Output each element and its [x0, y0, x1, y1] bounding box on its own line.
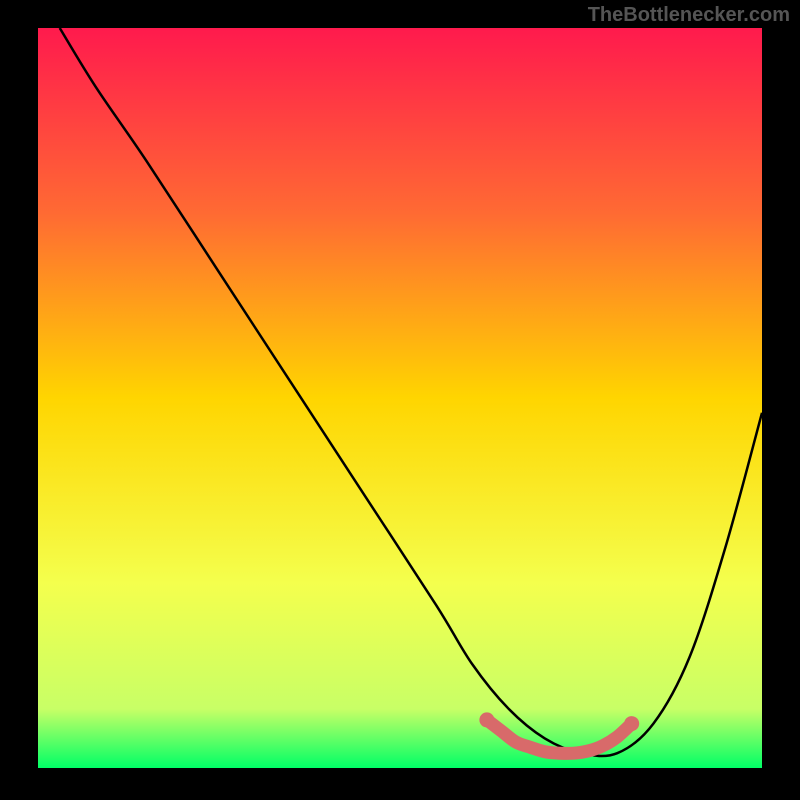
- optimal-range-endpoint: [624, 716, 639, 731]
- chart-svg: [38, 28, 762, 768]
- gradient-background: [38, 28, 762, 768]
- plot-area: [38, 28, 762, 768]
- watermark-text: TheBottlenecker.com: [588, 4, 790, 27]
- optimal-range-endpoint: [479, 712, 494, 727]
- chart-container: TheBottlenecker.com: [0, 0, 800, 800]
